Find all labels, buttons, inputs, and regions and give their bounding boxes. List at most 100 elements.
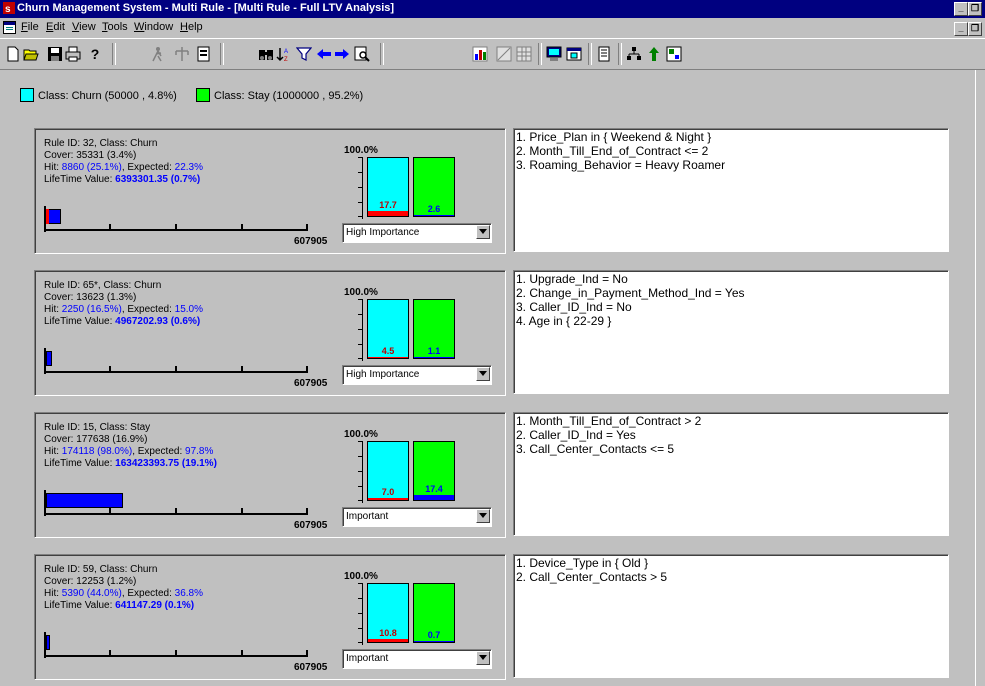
importance-select[interactable]: High Importance bbox=[342, 223, 492, 243]
ltv-value: 6393301.35 (0.7%) bbox=[115, 174, 201, 185]
layout-icon[interactable] bbox=[666, 46, 682, 62]
help-icon[interactable]: ? bbox=[87, 46, 103, 62]
menu-view-rest: iew bbox=[79, 21, 96, 33]
forward-arrow-icon[interactable] bbox=[334, 46, 350, 62]
rule-ltv: LifeTime Value: 163423393.75 (19.1%) bbox=[44, 458, 217, 470]
axis-max-label: 607905 bbox=[294, 662, 328, 673]
condition-item: 2. Change_in_Payment_Method_Ind = Yes bbox=[516, 286, 745, 300]
rule-panel[interactable]: Rule ID: 32, Class: Churn Cover: 35331 (… bbox=[8, 128, 949, 254]
importance-dropdown-button[interactable] bbox=[476, 225, 490, 239]
document-window-icon[interactable] bbox=[3, 21, 16, 34]
toolbar-separator bbox=[220, 43, 224, 65]
expected-prefix: , Expected: bbox=[121, 304, 175, 315]
chart-tick bbox=[358, 500, 362, 501]
menu-window-key: W bbox=[134, 21, 145, 33]
condition-item: 2. Call_Center_Contacts > 5 bbox=[516, 570, 668, 584]
client-area: Class: Churn (50000 , 4.8%) Class: Stay … bbox=[6, 70, 976, 682]
menu-file[interactable]: File bbox=[21, 21, 39, 33]
view-icon[interactable] bbox=[546, 46, 562, 62]
print-icon[interactable] bbox=[65, 46, 81, 62]
churn-fill bbox=[368, 498, 408, 500]
chart-tick bbox=[358, 456, 362, 457]
axis-tick bbox=[109, 650, 111, 655]
rule-panel[interactable]: Rule ID: 59, Class: Churn Cover: 12253 (… bbox=[8, 554, 949, 680]
binoculars-icon[interactable] bbox=[258, 46, 274, 62]
save-icon[interactable] bbox=[47, 46, 63, 62]
importance-dropdown-button[interactable] bbox=[476, 651, 490, 665]
chart-tick bbox=[358, 628, 362, 629]
ltv-prefix: LifeTime Value: bbox=[44, 458, 116, 469]
expected-value: 15.0% bbox=[174, 304, 203, 315]
importance-select[interactable]: High Importance bbox=[342, 365, 492, 385]
table-icon[interactable] bbox=[496, 46, 512, 62]
conditions-box[interactable]: 1. Month_Till_End_of_Contract > 2 2. Cal… bbox=[513, 412, 949, 536]
legend-churn: Class: Churn (50000 , 4.8%) bbox=[20, 88, 177, 102]
vertical-scrollbar[interactable] bbox=[975, 70, 985, 686]
conditions-box[interactable]: 1. Price_Plan in { Weekend & Night } 2. … bbox=[513, 128, 949, 252]
menu-help-rest: elp bbox=[187, 21, 203, 33]
importance-value: High Importance bbox=[346, 227, 420, 238]
churn-value: 17.7 bbox=[379, 200, 397, 210]
chart-tick bbox=[358, 344, 362, 345]
up-icon[interactable] bbox=[646, 46, 662, 62]
toolbar-separator bbox=[588, 43, 592, 65]
open-icon[interactable] bbox=[23, 46, 39, 62]
importance-select[interactable]: Important bbox=[342, 649, 492, 669]
condition-item: 1. Upgrade_Ind = No bbox=[516, 272, 628, 286]
percent-label: 100.0% bbox=[344, 571, 378, 582]
churn-column: 10.8 bbox=[367, 583, 409, 643]
new-icon[interactable] bbox=[5, 46, 21, 62]
zoom-icon[interactable] bbox=[354, 46, 370, 62]
menu-help[interactable]: Help bbox=[180, 21, 203, 33]
menu-tools[interactable]: Tools bbox=[102, 21, 128, 33]
chevron-down-icon bbox=[479, 655, 487, 660]
ltv-bar bbox=[46, 351, 52, 366]
grid-icon[interactable] bbox=[516, 46, 532, 62]
title-bar: s Churn Management System - Multi Rule -… bbox=[0, 0, 985, 18]
document-icon[interactable] bbox=[596, 46, 612, 62]
percent-label: 100.0% bbox=[344, 287, 378, 298]
condition-item: 1. Price_Plan in { Weekend & Night } bbox=[516, 130, 712, 144]
churn-column: 17.7 bbox=[367, 157, 409, 217]
mdi-restore-button[interactable]: ❐ bbox=[968, 22, 982, 36]
restore-button[interactable]: ❐ bbox=[968, 2, 982, 16]
expected-value: 36.8% bbox=[174, 588, 203, 599]
export-icon[interactable] bbox=[196, 46, 212, 62]
back-arrow-icon[interactable] bbox=[316, 46, 332, 62]
minimize-button[interactable]: _ bbox=[954, 2, 968, 16]
stay-column: 17.4 bbox=[413, 441, 455, 501]
churn-value: 4.5 bbox=[381, 346, 395, 356]
rule-hit: Hit: 5390 (44.0%), Expected: 36.8% bbox=[44, 588, 203, 600]
conditions-box[interactable]: 1. Upgrade_Ind = No 2. Change_in_Payment… bbox=[513, 270, 949, 394]
window-icon[interactable] bbox=[566, 46, 582, 62]
menu-edit-rest: dit bbox=[53, 21, 65, 33]
rule-info: Rule ID: 65*, Class: Churn Cover: 13623 … bbox=[44, 280, 203, 328]
rule-info: Rule ID: 59, Class: Churn Cover: 12253 (… bbox=[44, 564, 203, 612]
menu-edit[interactable]: Edit bbox=[46, 21, 65, 33]
importance-select[interactable]: Important bbox=[342, 507, 492, 527]
stay-fill bbox=[414, 641, 454, 642]
axis-tick bbox=[241, 650, 243, 655]
bar-chart-icon[interactable] bbox=[472, 46, 488, 62]
rule-cover: Cover: 12253 (1.2%) bbox=[44, 576, 137, 587]
svg-text:A: A bbox=[284, 49, 288, 55]
conditions-box[interactable]: 1. Device_Type in { Old } 2. Call_Center… bbox=[513, 554, 949, 678]
chart-tick bbox=[358, 299, 362, 300]
stay-value: 2.6 bbox=[427, 204, 441, 214]
importance-dropdown-button[interactable] bbox=[476, 367, 490, 381]
filter-icon[interactable] bbox=[296, 46, 312, 62]
tree-icon[interactable] bbox=[626, 46, 642, 62]
legend-stay: Class: Stay (1000000 , 95.2%) bbox=[196, 88, 363, 102]
menu-view[interactable]: View bbox=[72, 21, 96, 33]
rule-panel[interactable]: Rule ID: 15, Class: Stay Cover: 177638 (… bbox=[8, 412, 949, 538]
rule-hit: Hit: 8860 (25.1%), Expected: 22.3% bbox=[44, 162, 203, 174]
svg-text:s: s bbox=[5, 4, 11, 14]
mdi-minimize-button[interactable]: _ bbox=[954, 22, 968, 36]
sort-icon[interactable]: AZ bbox=[276, 46, 292, 62]
menu-window[interactable]: Window bbox=[134, 21, 173, 33]
split-icon[interactable] bbox=[174, 46, 190, 62]
menu-help-key: H bbox=[180, 21, 188, 33]
rule-panel[interactable]: Rule ID: 65*, Class: Churn Cover: 13623 … bbox=[8, 270, 949, 396]
importance-dropdown-button[interactable] bbox=[476, 509, 490, 523]
run-icon[interactable] bbox=[150, 46, 166, 62]
